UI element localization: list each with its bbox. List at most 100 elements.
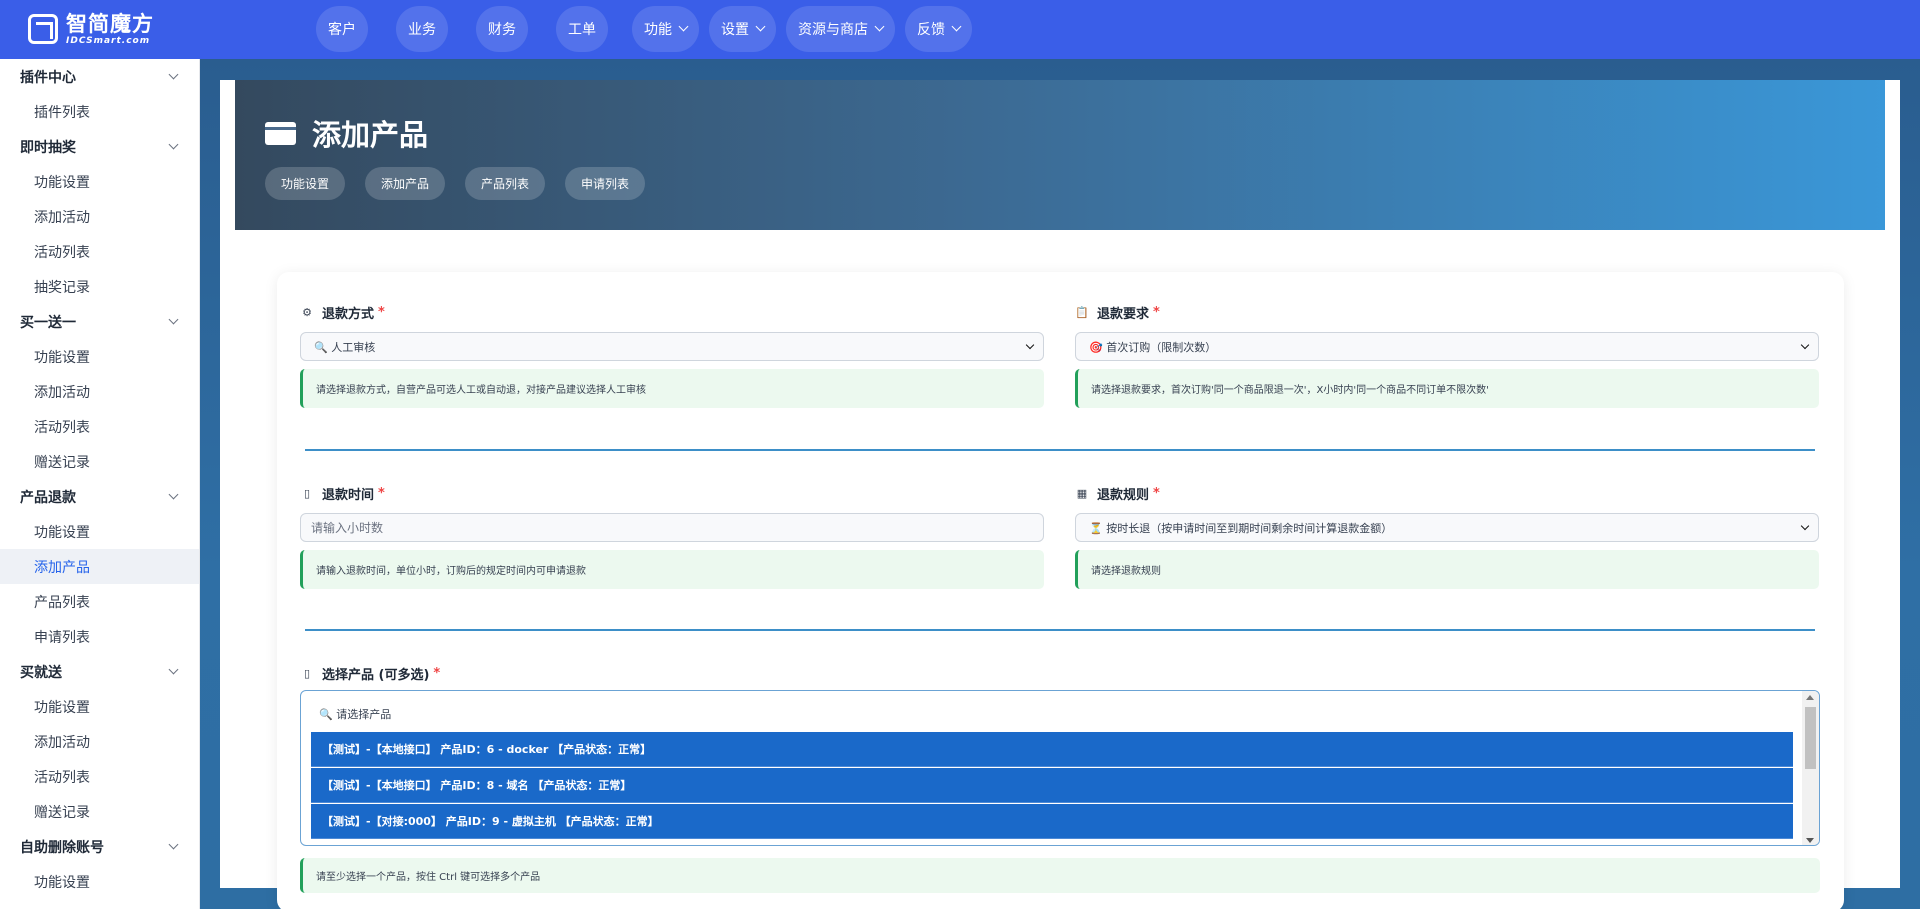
logo-text: 智简魔方 xyxy=(66,12,154,36)
top-navbar: 智简魔方 IDCSmart.com 客户 业务 财务 工单 功能 设置 资源与商… xyxy=(0,0,1920,59)
sidebar-item-bogo-settings[interactable]: 功能设置 xyxy=(0,339,199,374)
tab-application-list[interactable]: 申请列表 xyxy=(565,167,646,200)
chevron-down-icon xyxy=(874,21,885,32)
refund-requirement-help: 请选择退款要求，首次订购'同一个商品限退一次'，X小时内'同一个商品不同订单不限… xyxy=(1075,369,1819,408)
chevron-down-icon xyxy=(951,21,962,32)
gear-icon: ⚙ xyxy=(302,305,312,319)
chevron-down-icon xyxy=(755,21,766,32)
sidebar-item-refund-product-list[interactable]: 产品列表 xyxy=(0,584,199,619)
required-mark: * xyxy=(378,485,385,501)
sidebar-group-plugin-center[interactable]: 插件中心 xyxy=(0,59,199,94)
tab-feature-settings[interactable]: 功能设置 xyxy=(265,167,346,200)
product-option[interactable]: 【测试】-【本地接口】 产品ID：8 - 域名 【产品状态：正常】 xyxy=(311,768,1793,803)
refund-rule-help: 请选择退款规则 xyxy=(1075,550,1819,589)
refund-time-label: 退款时间 xyxy=(322,487,375,503)
sidebar-item-lottery-settings[interactable]: 功能设置 xyxy=(0,164,199,199)
logo-domain: IDCSmart.com xyxy=(66,36,151,46)
nav-business[interactable]: 业务 xyxy=(396,6,448,52)
scroll-up-icon[interactable] xyxy=(1806,695,1814,700)
nav-settings[interactable]: 设置 xyxy=(709,6,776,52)
refund-method-help: 请选择退款方式，自营产品可选人工或自动退，对接产品建议选择人工审核 xyxy=(300,369,1044,408)
sidebar-item-delete-settings[interactable]: 功能设置 xyxy=(0,864,199,899)
scrollbar[interactable] xyxy=(1802,691,1819,845)
tab-add-product[interactable]: 添加产品 xyxy=(365,167,446,200)
sidebar-item-bogo-list[interactable]: 活动列表 xyxy=(0,409,199,444)
chevron-down-icon xyxy=(168,489,179,500)
chevron-down-icon xyxy=(168,139,179,150)
refund-rule-label: 退款规则 xyxy=(1097,487,1150,503)
nav-tickets[interactable]: 工单 xyxy=(556,6,608,52)
sidebar-group-product-refund[interactable]: 产品退款 xyxy=(0,479,199,514)
refund-time-field: ▯ 退款时间 * 请输入小时数 请输入退款时间，单位小时，订购后的规定时间内可申请退… xyxy=(300,483,1044,589)
chevron-down-icon xyxy=(168,839,179,850)
sidebar-item-bag-records[interactable]: 赠送记录 xyxy=(0,794,199,829)
nav-features[interactable]: 功能 xyxy=(632,6,699,52)
sidebar-item-bogo-records[interactable]: 赠送记录 xyxy=(0,444,199,479)
chevron-down-icon xyxy=(168,69,179,80)
sidebar-item-plugin-list[interactable]: 插件列表 xyxy=(0,94,199,129)
refund-rule-select[interactable]: ⏳ 按时长退（按申请时间至到期时间剩余时间计算退款金额） xyxy=(1075,513,1819,542)
refund-time-input[interactable]: 请输入小时数 xyxy=(300,513,1044,542)
section-divider xyxy=(305,629,1815,631)
required-mark: * xyxy=(1153,485,1160,501)
required-mark: * xyxy=(378,304,385,320)
page-header: 添加产品 功能设置 添加产品 产品列表 申请列表 xyxy=(235,80,1885,230)
product-select-help: 请至少选择一个产品，按住 Ctrl 键可选择多个产品 xyxy=(300,858,1820,893)
sidebar-item-bag-list[interactable]: 活动列表 xyxy=(0,759,199,794)
sidebar-item-lottery-list[interactable]: 活动列表 xyxy=(0,234,199,269)
sidebar: 插件中心 插件列表 即时抽奖 功能设置 添加活动 活动列表 抽奖记录 买一送一 … xyxy=(0,59,200,909)
product-option[interactable]: 【测试】-【对接:000】 产品ID：9 - 虚拟主机 【产品状态：正常】 xyxy=(311,804,1793,839)
sidebar-item-bag-settings[interactable]: 功能设置 xyxy=(0,689,199,724)
sidebar-item-lottery-add[interactable]: 添加活动 xyxy=(0,199,199,234)
chevron-down-icon xyxy=(1800,521,1810,530)
chevron-down-icon xyxy=(168,314,179,325)
product-multiselect[interactable]: 🔍 请选择产品 【测试】-【本地接口】 产品ID：6 - docker 【产品状… xyxy=(300,690,1820,846)
sidebar-item-refund-applications[interactable]: 申请列表 xyxy=(0,619,199,654)
rule-icon: ▦ xyxy=(1076,486,1088,500)
sidebar-item-bag-add[interactable]: 添加活动 xyxy=(0,724,199,759)
sidebar-item-bogo-add[interactable]: 添加活动 xyxy=(0,374,199,409)
refund-method-field: ⚙ 退款方式 * 🔍 人工审核 请选择退款方式，自营产品可选人工或自动退，对接产品建… xyxy=(300,302,1044,408)
logo[interactable]: 智简魔方 IDCSmart.com xyxy=(28,12,154,46)
sidebar-group-buy-one-get-one[interactable]: 买一送一 xyxy=(0,304,199,339)
sidebar-item-refund-add-product[interactable]: 添加产品 xyxy=(0,549,199,584)
refund-rule-field: ▦ 退款规则 * ⏳ 按时长退（按申请时间至到期时间剩余时间计算退款金额） 请选择退… xyxy=(1075,483,1819,589)
sidebar-group-instant-lottery[interactable]: 即时抽奖 xyxy=(0,129,199,164)
refund-requirement-label: 退款要求 xyxy=(1097,306,1150,322)
required-mark: * xyxy=(433,665,441,681)
refund-requirement-field: 📋 退款要求 * 🎯 首次订购（限制次数） 请选择退款要求，首次订购'同一个商品限退… xyxy=(1075,302,1819,408)
chevron-down-icon xyxy=(1800,340,1810,349)
sidebar-group-buy-and-get[interactable]: 买就送 xyxy=(0,654,199,689)
nav-feedback[interactable]: 反馈 xyxy=(905,6,972,52)
page-title: 添加产品 xyxy=(312,118,429,152)
nav-resources-store[interactable]: 资源与商店 xyxy=(786,6,895,52)
section-divider xyxy=(305,449,1815,451)
nav-customers[interactable]: 客户 xyxy=(316,6,368,52)
chevron-down-icon xyxy=(168,664,179,675)
product-select-label: 选择产品 (可多选) xyxy=(322,667,430,683)
product-option[interactable]: 【测试】-【本地接口】 产品ID：6 - docker 【产品状态：正常】 xyxy=(311,732,1793,767)
nav-finance[interactable]: 财务 xyxy=(476,6,528,52)
refund-method-select[interactable]: 🔍 人工审核 xyxy=(300,332,1044,361)
required-mark: * xyxy=(1153,304,1160,320)
sidebar-item-lottery-records[interactable]: 抽奖记录 xyxy=(0,269,199,304)
sidebar-group-self-delete-account[interactable]: 自助删除账号 xyxy=(0,829,199,864)
tab-product-list[interactable]: 产品列表 xyxy=(465,167,546,200)
chevron-down-icon xyxy=(678,21,689,32)
refund-time-help: 请输入退款时间，单位小时，订购后的规定时间内可申请退款 xyxy=(300,550,1044,589)
refund-method-label: 退款方式 xyxy=(322,306,375,322)
credit-card-icon xyxy=(265,121,296,145)
header-tabs: 功能设置 添加产品 产品列表 申请列表 xyxy=(265,167,665,200)
scrollbar-thumb[interactable] xyxy=(1805,707,1816,769)
clock-icon: ▯ xyxy=(303,486,311,500)
chevron-down-icon xyxy=(1025,340,1035,349)
clipboard-icon: 📋 xyxy=(1075,305,1089,319)
refund-requirement-select[interactable]: 🎯 首次订购（限制次数） xyxy=(1075,332,1819,361)
box-icon: ▯ xyxy=(303,666,311,680)
product-search-input[interactable]: 🔍 请选择产品 xyxy=(319,706,391,722)
main-nav: 客户 业务 财务 工单 功能 设置 资源与商店 反馈 xyxy=(316,6,982,52)
product-select-field: ▯ 选择产品 (可多选) * xyxy=(300,663,1820,683)
scroll-down-icon[interactable] xyxy=(1806,838,1814,843)
sidebar-item-refund-settings[interactable]: 功能设置 xyxy=(0,514,199,549)
logo-icon xyxy=(28,14,58,44)
